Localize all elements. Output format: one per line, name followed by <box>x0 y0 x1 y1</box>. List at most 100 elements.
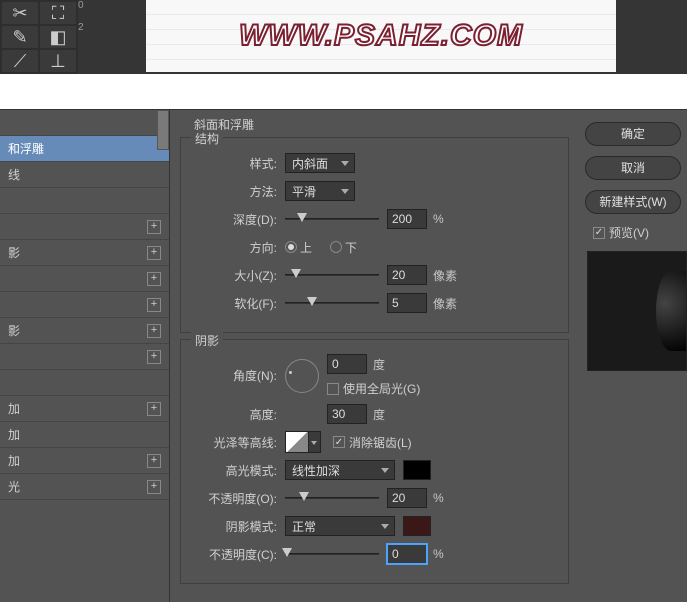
shadow-opacity-label: 不透明度(C): <box>191 546 277 563</box>
dialog-buttons-column: 确定 取消 新建样式(W) ✓ 预览(V) <box>579 110 687 602</box>
altitude-label: 高度: <box>191 406 277 423</box>
crop-tool-icon[interactable]: ✂ <box>2 2 38 24</box>
logo-text: WWW.PSAHZ.COM <box>239 19 523 53</box>
brush-tool-icon[interactable]: ⟋ <box>2 50 38 72</box>
layer-style-dialog: 和浮雕 线 + 影+ + + 影+ + 加+ 加 加+ 光+ 斜面和浮雕 结构 … <box>0 109 687 602</box>
size-unit: 像素 <box>433 267 457 284</box>
altitude-input[interactable] <box>327 404 367 424</box>
gloss-contour-dropdown-icon[interactable] <box>309 431 321 453</box>
global-light-checkbox[interactable] <box>327 383 339 395</box>
shadow-opacity-input[interactable] <box>387 544 427 564</box>
sidebar-item-overlay[interactable]: 加 <box>0 422 169 448</box>
highlight-color-swatch[interactable] <box>403 460 431 480</box>
group-label-shadow: 阴影 <box>191 332 223 349</box>
add-effect-icon[interactable]: + <box>147 272 161 286</box>
soften-input[interactable] <box>387 293 427 313</box>
highlight-mode-dropdown[interactable]: 线性加深 <box>285 460 395 480</box>
sidebar-item-overlay[interactable]: 加+ <box>0 396 169 422</box>
tool-palette: ✂ ⛶ ✎ ◧ ⟋ ⊥ <box>0 0 78 74</box>
antialias-label: 消除锯齿(L) <box>349 434 412 451</box>
soften-slider[interactable] <box>285 295 379 311</box>
highlight-mode-label: 高光模式: <box>191 462 277 479</box>
group-label-structure: 结构 <box>191 130 223 147</box>
app-header: ✂ ⛶ ✎ ◧ ⟋ ⊥ 02 WWW.PSAHZ.COM <box>0 0 687 74</box>
add-effect-icon[interactable]: + <box>147 246 161 260</box>
soften-label: 软化(F): <box>191 295 277 312</box>
size-label: 大小(Z): <box>191 267 277 284</box>
ok-button[interactable]: 确定 <box>585 122 681 146</box>
angle-input[interactable] <box>327 354 367 374</box>
sidebar-style-item[interactable] <box>0 110 169 136</box>
sidebar-style-item[interactable] <box>0 188 169 214</box>
preview-thumbnail <box>587 251 687 371</box>
altitude-unit: 度 <box>373 406 385 423</box>
direction-up-radio[interactable] <box>285 241 297 253</box>
sidebar-style-item[interactable]: + <box>0 292 169 318</box>
sidebar-style-item[interactable]: + <box>0 266 169 292</box>
sidebar-item-inner-shadow[interactable]: 影+ <box>0 240 169 266</box>
sidebar-item-bevel-emboss[interactable]: 和浮雕 <box>0 136 169 162</box>
ruler-marks: 02 <box>78 0 84 33</box>
shadow-mode-label: 阴影模式: <box>191 518 277 535</box>
sidebar-item-overlay[interactable]: 加+ <box>0 448 169 474</box>
add-effect-icon[interactable]: + <box>147 454 161 468</box>
panel-title: 斜面和浮雕 <box>180 110 569 137</box>
angle-label: 角度(N): <box>191 367 277 384</box>
shadow-mode-dropdown[interactable]: 正常 <box>285 516 395 536</box>
highlight-opacity-slider[interactable] <box>285 490 379 506</box>
direction-down-radio[interactable] <box>330 241 342 253</box>
style-dropdown[interactable]: 内斜面 <box>285 153 355 173</box>
sidebar-item-contour[interactable]: 线 <box>0 162 169 188</box>
scrollbar-thumb[interactable] <box>157 110 169 150</box>
style-label: 样式: <box>191 155 277 172</box>
sidebar-style-item[interactable] <box>0 370 169 396</box>
eyedropper-icon[interactable]: ✎ <box>2 26 38 48</box>
dir-down-label: 下 <box>345 239 357 256</box>
antialias-checkbox[interactable]: ✓ <box>333 436 345 448</box>
method-dropdown[interactable]: 平滑 <box>285 181 355 201</box>
add-effect-icon[interactable]: + <box>147 480 161 494</box>
gloss-contour-picker[interactable] <box>285 431 309 453</box>
shadow-opacity-unit: % <box>433 547 444 561</box>
add-effect-icon[interactable]: + <box>147 402 161 416</box>
add-effect-icon[interactable]: + <box>147 324 161 338</box>
depth-label: 深度(D): <box>191 211 277 228</box>
highlight-opacity-input[interactable] <box>387 488 427 508</box>
highlight-opacity-label: 不透明度(O): <box>191 490 277 507</box>
depth-input[interactable] <box>387 209 427 229</box>
direction-label: 方向: <box>191 239 277 256</box>
soften-unit: 像素 <box>433 295 457 312</box>
preview-checkbox[interactable]: ✓ <box>593 227 605 239</box>
structure-group: 结构 样式: 内斜面 方法: 平滑 深度(D): % 方向: 上 下 <box>180 137 569 333</box>
sidebar-style-item[interactable]: + <box>0 214 169 240</box>
ruler-tool-icon[interactable]: ◧ <box>40 26 76 48</box>
preview-label: 预览(V) <box>609 224 649 241</box>
size-slider[interactable] <box>285 267 379 283</box>
angle-dial[interactable] <box>285 359 319 393</box>
styles-sidebar: 和浮雕 线 + 影+ + + 影+ + 加+ 加 加+ 光+ <box>0 110 170 602</box>
add-effect-icon[interactable]: + <box>147 350 161 364</box>
depth-slider[interactable] <box>285 211 379 227</box>
stamp-tool-icon[interactable]: ⊥ <box>40 50 76 72</box>
shadow-color-swatch[interactable] <box>403 516 431 536</box>
sidebar-style-item[interactable]: 影+ <box>0 318 169 344</box>
add-effect-icon[interactable]: + <box>147 220 161 234</box>
sidebar-style-item[interactable]: + <box>0 344 169 370</box>
size-input[interactable] <box>387 265 427 285</box>
dir-up-label: 上 <box>300 239 312 256</box>
new-style-button[interactable]: 新建样式(W) <box>585 190 681 214</box>
shadow-opacity-slider[interactable] <box>285 546 379 562</box>
slice-tool-icon[interactable]: ⛶ <box>40 2 76 24</box>
settings-panel: 斜面和浮雕 结构 样式: 内斜面 方法: 平滑 深度(D): % 方向: 上 <box>170 110 579 602</box>
depth-unit: % <box>433 212 444 226</box>
cancel-button[interactable]: 取消 <box>585 156 681 180</box>
method-label: 方法: <box>191 183 277 200</box>
document-canvas: WWW.PSAHZ.COM <box>146 0 616 72</box>
global-light-label: 使用全局光(G) <box>343 380 420 397</box>
angle-unit: 度 <box>373 356 385 373</box>
highlight-opacity-unit: % <box>433 491 444 505</box>
sidebar-item-glow[interactable]: 光+ <box>0 474 169 500</box>
gloss-contour-label: 光泽等高线: <box>191 434 277 451</box>
preview-shape <box>656 271 686 351</box>
add-effect-icon[interactable]: + <box>147 298 161 312</box>
